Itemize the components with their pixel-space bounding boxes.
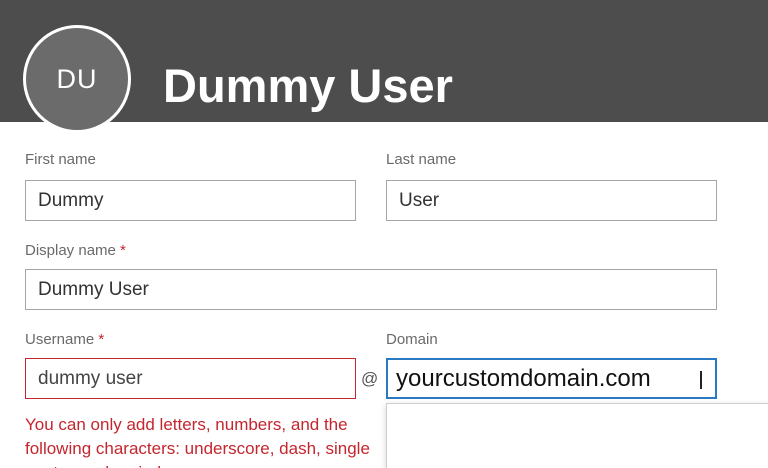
- display-name-label-text: Display name: [25, 242, 116, 259]
- username-field[interactable]: dummy user: [25, 358, 356, 399]
- username-label: Username *: [25, 331, 104, 348]
- first-name-field[interactable]: Dummy: [25, 180, 356, 221]
- last-name-label: Last name: [386, 151, 457, 168]
- required-marker: *: [98, 331, 105, 348]
- page-title: Dummy User: [163, 59, 453, 112]
- display-name-field[interactable]: Dummy User: [25, 269, 717, 310]
- last-name-field[interactable]: User: [386, 180, 717, 221]
- username-error-message: You can only add letters, numbers, and t…: [25, 415, 370, 468]
- text-cursor-icon: [700, 371, 702, 389]
- domain-dropdown[interactable]: yourcustomdomain.com: [386, 358, 717, 399]
- domain-dropdown-list[interactable]: [386, 403, 768, 468]
- domain-label: Domain: [386, 331, 438, 348]
- username-label-text: Username: [25, 331, 95, 348]
- user-edit-page: DU Dummy User First name Dummy Last name…: [0, 0, 768, 468]
- first-name-label: First name: [25, 151, 96, 168]
- display-name-label: Display name *: [25, 242, 126, 259]
- at-sign: @: [361, 369, 379, 388]
- avatar: DU: [23, 25, 131, 133]
- required-marker: *: [120, 242, 126, 259]
- profile-header: DU Dummy User: [0, 0, 768, 133]
